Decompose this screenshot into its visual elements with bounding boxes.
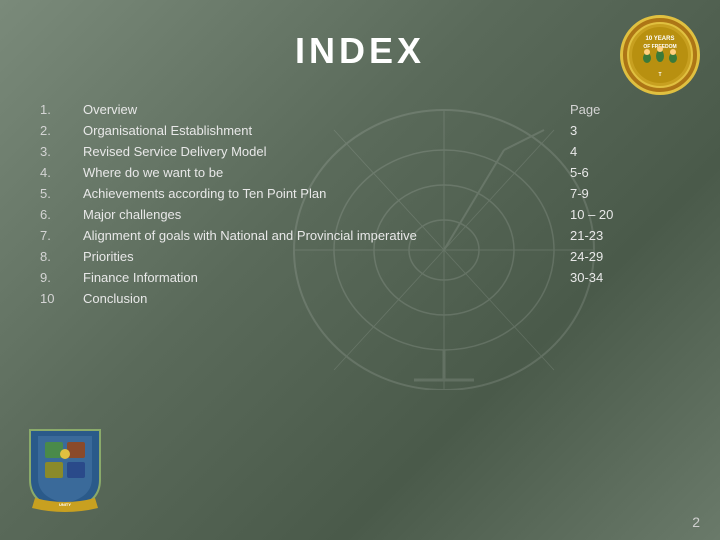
index-label: Overview (83, 102, 137, 117)
svg-text:UNITY: UNITY (59, 502, 71, 507)
bottom-logo-area: UNITY (20, 420, 110, 510)
index-row: 4. Where do we want to be (40, 165, 530, 180)
index-label: Priorities (83, 249, 134, 264)
index-number: 4. (40, 165, 68, 180)
index-row: 9. Finance Information (40, 270, 530, 285)
index-number: 7. (40, 228, 68, 243)
content-area: 1. Overview 2. Organisational Establishment… (0, 92, 720, 322)
page-num-value: 3 (570, 123, 660, 138)
index-label: Alignment of goals with National and Pro… (83, 228, 417, 243)
page-num-value: 10 – 20 (570, 207, 660, 222)
index-label: Achievements according to Ten Point Plan (83, 186, 326, 201)
index-label: Revised Service Delivery Model (83, 144, 267, 159)
index-label: Finance Information (83, 270, 198, 285)
index-label: Where do we want to be (83, 165, 223, 180)
svg-text:10 YEARS: 10 YEARS (646, 36, 675, 42)
title-area: INDEX (0, 0, 720, 92)
index-number: 3. (40, 144, 68, 159)
coat-of-arms-svg: UNITY (20, 420, 110, 515)
index-row: 10 Conclusion (40, 291, 530, 306)
index-number: 5. (40, 186, 68, 201)
logo-svg: 10 YEARS OF FREEDOM T (625, 20, 695, 90)
index-row: 3. Revised Service Delivery Model (40, 144, 530, 159)
index-label: Major challenges (83, 207, 181, 222)
page-number: 2 (692, 514, 700, 530)
index-label: Conclusion (83, 291, 147, 306)
index-number: 8. (40, 249, 68, 264)
page-column: Page 3 4 5-6 7-9 10 – 20 21-23 24-29 30-34 (570, 102, 660, 312)
index-row: 6. Major challenges (40, 207, 530, 222)
index-list: 1. Overview 2. Organisational Establishment… (40, 102, 530, 312)
page-num-value: 30-34 (570, 270, 660, 285)
index-row: 2. Organisational Establishment (40, 123, 530, 138)
slide: 10 YEARS OF FREEDOM T INDEX 1. Overview 2.… (0, 0, 720, 540)
index-number: 2. (40, 123, 68, 138)
index-row: 1. Overview (40, 102, 530, 117)
page-title: INDEX (295, 30, 425, 71)
svg-text:T: T (658, 72, 661, 78)
page-num-value: 4 (570, 144, 660, 159)
page-num-value: 7-9 (570, 186, 660, 201)
top-logo: 10 YEARS OF FREEDOM T (620, 15, 700, 95)
page-num-value: 21-23 (570, 228, 660, 243)
index-number: 1. (40, 102, 68, 117)
index-number: 9. (40, 270, 68, 285)
index-row: 7. Alignment of goals with National and P… (40, 228, 530, 243)
index-row: 8. Priorities (40, 249, 530, 264)
index-number: 6. (40, 207, 68, 222)
index-label: Organisational Establishment (83, 123, 252, 138)
index-row: 5. Achievements according to Ten Point Pl… (40, 186, 530, 201)
page-num-value: 24-29 (570, 249, 660, 264)
page-column-header: Page (570, 102, 660, 117)
page-num-value: 5-6 (570, 165, 660, 180)
index-number: 10 (40, 291, 68, 306)
